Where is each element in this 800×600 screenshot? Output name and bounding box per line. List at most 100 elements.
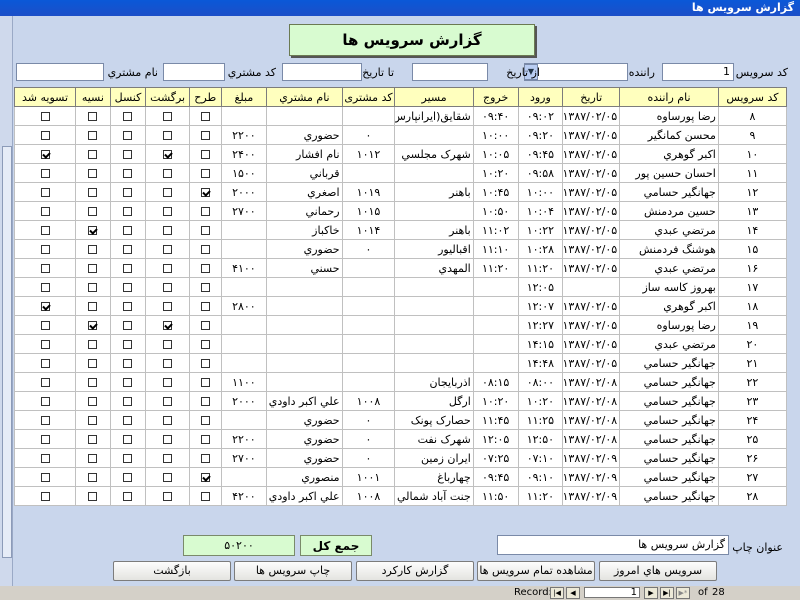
record-selector-bar[interactable] bbox=[0, 16, 13, 586]
checkbox[interactable] bbox=[88, 359, 98, 368]
checkbox[interactable] bbox=[40, 169, 50, 178]
checkbox[interactable] bbox=[123, 454, 133, 463]
customer-code-input[interactable] bbox=[163, 63, 225, 81]
service-code-input[interactable]: 1 bbox=[662, 63, 734, 81]
table-row[interactable]: ۱۵ هوشنگ فردمنش ۱۳۸۷/۰۲/۰۵ ۱۰:۲۸ ۱۱:۱۰ اقبالي… bbox=[13, 239, 788, 259]
table-row[interactable]: ۲۴ جهانگير حسامي ۱۳۸۷/۰۲/۰۸ ۱۱:۲۵ ۱۱:۴۵ حصارک… bbox=[13, 410, 788, 430]
today-services-button[interactable]: سرويس هاي امروز bbox=[599, 561, 717, 581]
checkbox[interactable] bbox=[123, 473, 133, 482]
checkbox[interactable] bbox=[88, 454, 98, 463]
table-row[interactable]: ۲۷ جهانگير حسامي ۱۳۸۷/۰۲/۰۹ ۰۹:۱۰ ۰۹:۴۵ چهارب… bbox=[13, 467, 788, 487]
checkbox[interactable] bbox=[163, 264, 173, 273]
checkbox[interactable] bbox=[200, 150, 210, 159]
first-record-icon[interactable]: |◀ bbox=[550, 587, 564, 599]
checkbox[interactable] bbox=[40, 264, 50, 273]
checkbox[interactable] bbox=[163, 207, 173, 216]
table-row[interactable]: ۱۳ حسين مردمنش ۱۳۸۷/۰۲/۰۵ ۱۰:۰۴ ۱۰:۵۰ ۱۰۱۵ رحم… bbox=[13, 201, 788, 221]
checkbox[interactable] bbox=[123, 359, 133, 368]
checkbox[interactable] bbox=[123, 492, 133, 501]
checkbox[interactable] bbox=[88, 473, 98, 482]
table-row[interactable]: ۱۸ اکبر گوهري ۱۳۸۷/۰۲/۰۵ ۱۲:۰۷ ۲۸۰۰ bbox=[13, 296, 788, 316]
checkbox[interactable] bbox=[40, 473, 50, 482]
checkbox[interactable] bbox=[88, 397, 98, 406]
checkbox[interactable] bbox=[123, 112, 133, 121]
checkbox[interactable] bbox=[163, 302, 173, 311]
checkbox[interactable] bbox=[163, 416, 173, 425]
checkbox[interactable] bbox=[40, 416, 50, 425]
scrollbar-thumb[interactable] bbox=[2, 146, 12, 558]
checkbox[interactable] bbox=[123, 188, 133, 197]
checkbox[interactable] bbox=[200, 112, 210, 121]
checkbox[interactable] bbox=[88, 321, 98, 330]
next-record-icon[interactable]: ▶ bbox=[644, 587, 658, 599]
checkbox[interactable] bbox=[200, 283, 210, 292]
checkbox[interactable] bbox=[163, 340, 173, 349]
checkbox[interactable] bbox=[163, 435, 173, 444]
checkbox[interactable] bbox=[123, 207, 133, 216]
checkbox[interactable] bbox=[88, 416, 98, 425]
table-row[interactable]: ۱۹ رضا پورساوه ۱۳۸۷/۰۲/۰۵ ۱۲:۲۷ bbox=[13, 315, 788, 335]
checkbox[interactable] bbox=[200, 302, 210, 311]
checkbox[interactable] bbox=[200, 207, 210, 216]
checkbox[interactable] bbox=[88, 226, 98, 235]
checkbox[interactable] bbox=[200, 435, 210, 444]
checkbox[interactable] bbox=[88, 264, 98, 273]
checkbox[interactable] bbox=[163, 492, 173, 501]
checkbox[interactable] bbox=[200, 492, 210, 501]
checkbox[interactable] bbox=[40, 397, 50, 406]
checkbox[interactable] bbox=[163, 473, 173, 482]
table-row[interactable]: ۲۶ جهانگير حسامي ۱۳۸۷/۰۲/۰۹ ۰۷:۱۰ ۰۷:۲۵ ايران… bbox=[13, 448, 788, 468]
checkbox[interactable] bbox=[200, 188, 210, 197]
checkbox[interactable] bbox=[40, 454, 50, 463]
customer-name-input[interactable] bbox=[16, 63, 104, 81]
checkbox[interactable] bbox=[163, 131, 173, 140]
table-row[interactable]: ۱۱ احسان حسين پور ۱۳۸۷/۰۲/۰۵ ۰۹:۵۸ ۱۰:۲۰ قربا… bbox=[13, 163, 788, 183]
checkbox[interactable] bbox=[88, 169, 98, 178]
print-services-button[interactable]: چاپ سرويس ها bbox=[234, 561, 352, 581]
checkbox[interactable] bbox=[123, 340, 133, 349]
checkbox[interactable] bbox=[40, 188, 50, 197]
checkbox[interactable] bbox=[163, 188, 173, 197]
table-row[interactable]: ۲۳ جهانگير حسامي ۱۳۸۷/۰۲/۰۸ ۱۰:۲۰ ۱۰:۲۰ ارگل ۱… bbox=[13, 391, 788, 411]
prev-record-icon[interactable]: ◀ bbox=[566, 587, 580, 599]
checkbox[interactable] bbox=[200, 416, 210, 425]
checkbox[interactable] bbox=[88, 378, 98, 387]
checkbox[interactable] bbox=[200, 340, 210, 349]
table-row[interactable]: ۹ محسن کمانگير ۱۳۸۷/۰۲/۰۵ ۰۹:۲۰ ۱۰:۰۰ ۰ حضوري ۲… bbox=[13, 125, 788, 145]
checkbox[interactable] bbox=[88, 283, 98, 292]
checkbox[interactable] bbox=[40, 359, 50, 368]
checkbox[interactable] bbox=[88, 492, 98, 501]
checkbox[interactable] bbox=[123, 226, 133, 235]
checkbox[interactable] bbox=[200, 397, 210, 406]
checkbox[interactable] bbox=[40, 321, 50, 330]
checkbox[interactable] bbox=[123, 435, 133, 444]
checkbox[interactable] bbox=[40, 207, 50, 216]
view-all-services-button[interactable]: مشاهده تمام سرويس ها bbox=[477, 561, 595, 581]
new-record-icon[interactable]: ▶* bbox=[676, 587, 690, 599]
table-row[interactable]: ۲۱ جهانگير حسامي ۱۳۸۷/۰۲/۰۵ ۱۴:۴۸ bbox=[13, 353, 788, 373]
checkbox[interactable] bbox=[163, 321, 173, 330]
checkbox[interactable] bbox=[40, 150, 50, 159]
table-row[interactable]: ۱۷ بهروز کاسه ساز ۱۲:۰۵ bbox=[13, 277, 788, 297]
checkbox[interactable] bbox=[200, 245, 210, 254]
work-report-button[interactable]: گزارش کارکرد bbox=[356, 561, 474, 581]
checkbox[interactable] bbox=[40, 226, 50, 235]
to-date-input[interactable] bbox=[282, 63, 362, 81]
checkbox[interactable] bbox=[200, 226, 210, 235]
checkbox[interactable] bbox=[40, 131, 50, 140]
table-row[interactable]: ۲۵ جهانگير حسامي ۱۳۸۷/۰۲/۰۸ ۱۲:۵۰ ۱۲:۰۵ شهرک … bbox=[13, 429, 788, 449]
checkbox[interactable] bbox=[88, 340, 98, 349]
table-row[interactable]: ۲۲ جهانگير حسامي ۱۳۸۷/۰۲/۰۸ ۰۸:۰۰ ۰۸:۱۵ اذربا… bbox=[13, 372, 788, 392]
checkbox[interactable] bbox=[200, 264, 210, 273]
checkbox[interactable] bbox=[40, 378, 50, 387]
checkbox[interactable] bbox=[123, 150, 133, 159]
checkbox[interactable] bbox=[163, 283, 173, 292]
checkbox[interactable] bbox=[163, 112, 173, 121]
checkbox[interactable] bbox=[40, 340, 50, 349]
table-row[interactable]: ۲۰ مرتضي عبدي ۱۳۸۷/۰۲/۰۵ ۱۴:۱۵ bbox=[13, 334, 788, 354]
checkbox[interactable] bbox=[40, 245, 50, 254]
table-row[interactable]: ۱۴ مرتضي عبدي ۱۳۸۷/۰۲/۰۵ ۱۰:۲۲ ۱۱:۰۲ باهنر ۱۰۱… bbox=[13, 220, 788, 240]
checkbox[interactable] bbox=[123, 245, 133, 254]
checkbox[interactable] bbox=[88, 150, 98, 159]
checkbox[interactable] bbox=[200, 321, 210, 330]
